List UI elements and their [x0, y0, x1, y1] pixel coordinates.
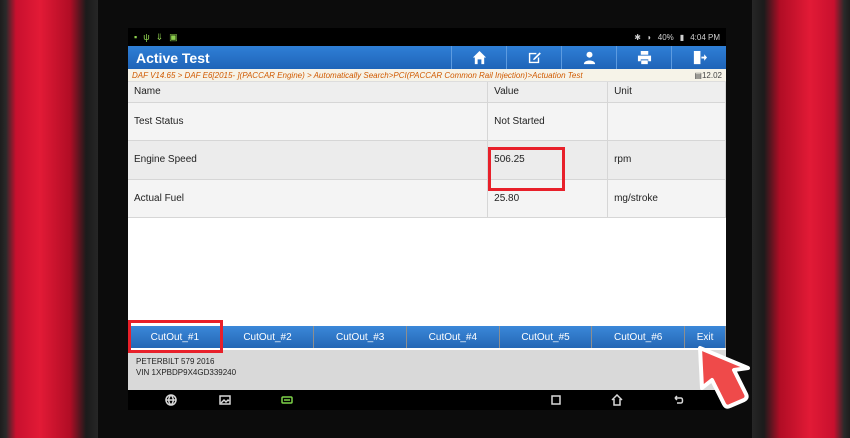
column-header-name: Name	[128, 82, 489, 103]
table-header-row: Name Value Unit	[128, 82, 726, 103]
page-title: Active Test	[136, 49, 210, 66]
globe-icon	[165, 394, 177, 406]
data-stream-table: Name Value Unit Test Status Not Started …	[128, 82, 726, 218]
cutout-3-button[interactable]: CutOut_#3	[314, 326, 407, 348]
empty-list-area	[128, 224, 726, 322]
vehicle-info-bar: PETERBILT 579 2016 VIN 1XPBDP9X4GD339240	[128, 350, 726, 390]
table-row: Test Status Not Started	[128, 102, 726, 141]
download-icon: ⇓	[155, 31, 164, 42]
wifi-signal-icon: ◗	[646, 32, 652, 42]
cutout-6-button[interactable]: CutOut_#6	[592, 326, 685, 348]
breadcrumb: DAF V14.65 > DAF E6[2015- ](PACCAR Engin…	[128, 69, 726, 82]
column-header-value: Value	[487, 82, 609, 103]
usb-icon: ψ	[143, 31, 150, 42]
battery-level: 40%	[657, 32, 674, 42]
vehicle-model: PETERBILT 579 2016	[136, 357, 215, 366]
browser-button[interactable]	[164, 393, 178, 407]
row-name: Test Status	[128, 102, 489, 141]
cutout-2-button[interactable]: CutOut_#2	[221, 326, 314, 348]
home-icon	[472, 50, 486, 65]
table-row: Actual Fuel 25.80 mg/stroke	[128, 179, 726, 218]
edit-icon	[528, 52, 541, 64]
row-name: Actual Fuel	[128, 179, 489, 218]
version-icon: ▤	[694, 71, 702, 80]
pointer-arrow-icon	[698, 346, 750, 409]
cutout-5-button[interactable]: CutOut_#5	[499, 326, 592, 348]
software-version: ▤12.02	[694, 71, 722, 80]
wifi-icon: ▪	[134, 31, 138, 42]
table-row: Engine Speed 506.25 rpm	[128, 140, 726, 180]
home-button[interactable]	[451, 46, 506, 69]
cutout-4-button[interactable]: CutOut_#4	[407, 326, 499, 348]
breadcrumb-path: DAF V14.65 > DAF E6[2015- ](PACCAR Engin…	[132, 71, 583, 80]
android-nav-bar	[128, 390, 726, 410]
row-unit: rpm	[607, 140, 726, 180]
column-header-unit: Unit	[607, 82, 726, 103]
row-unit	[607, 102, 726, 141]
home-nav-button[interactable]	[610, 393, 624, 407]
exit-app-button[interactable]	[671, 46, 726, 69]
app-title-bar: Active Test	[128, 46, 726, 69]
gallery-button[interactable]	[218, 393, 232, 407]
system-status: ✱ ◗ 40% ▮ 4:04 PM	[634, 33, 720, 42]
clock: 4:04 PM	[690, 32, 720, 42]
vci-connector-icon	[281, 396, 293, 404]
row-name: Engine Speed	[128, 140, 489, 180]
tablet-frame-left	[0, 0, 98, 438]
vci-button[interactable]	[280, 393, 294, 407]
print-icon	[637, 50, 651, 65]
tablet-frame-right	[752, 0, 850, 438]
image-icon	[219, 395, 231, 405]
row-unit: mg/stroke	[607, 179, 726, 218]
tablet-photo: ▪ ψ ⇓ ▣ ✱ ◗ 40% ▮ 4:04 PM Active Test DA…	[0, 0, 850, 438]
bluetooth-icon: ✱	[634, 32, 641, 42]
row-value: Not Started	[487, 102, 609, 141]
recent-apps-button[interactable]	[549, 393, 563, 407]
user-icon	[583, 51, 595, 65]
recent-apps-icon	[551, 395, 561, 405]
toolbar	[451, 46, 726, 69]
app-icon: ▣	[169, 31, 178, 42]
notification-icons: ▪ ψ ⇓ ▣	[134, 32, 178, 43]
back-nav-button[interactable]	[671, 393, 685, 407]
battery-icon: ▮	[679, 32, 685, 42]
home-nav-icon	[611, 394, 623, 406]
edit-button[interactable]	[506, 46, 561, 69]
exit-door-icon	[693, 50, 707, 65]
cutout-highlight-box	[128, 320, 223, 353]
vehicle-vin: VIN 1XPBDP9X4GD339240	[136, 368, 237, 377]
print-button[interactable]	[616, 46, 671, 69]
user-button[interactable]	[561, 46, 616, 69]
android-status-bar: ▪ ψ ⇓ ▣ ✱ ◗ 40% ▮ 4:04 PM	[128, 28, 726, 46]
back-arrow-icon	[674, 395, 684, 404]
value-highlight-box	[488, 147, 565, 191]
